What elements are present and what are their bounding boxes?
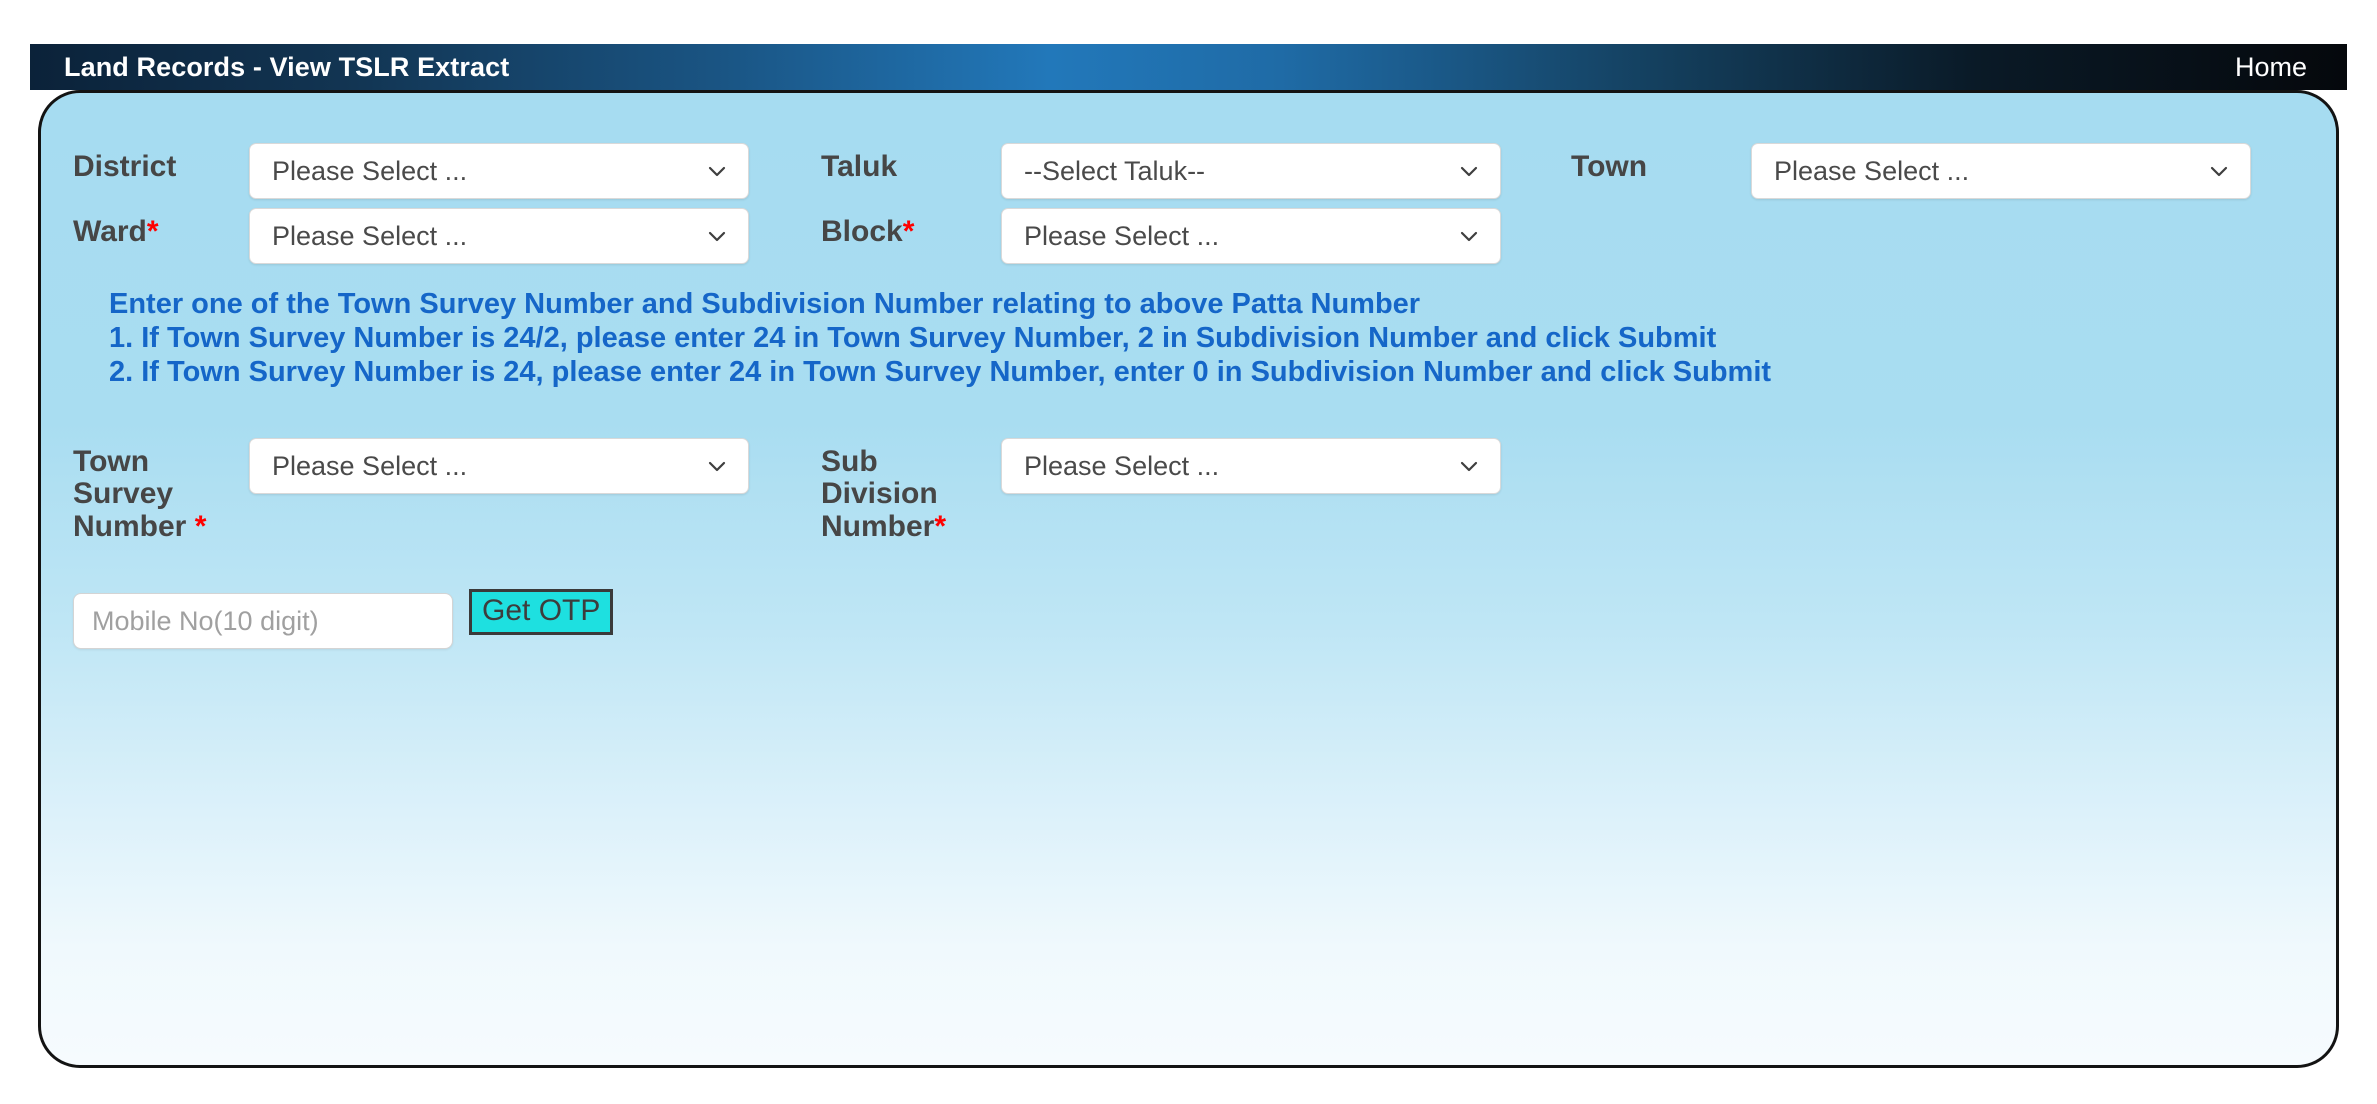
form-card-body: District Please Select ... Taluk --Selec…: [41, 93, 2336, 1065]
page-title: Land Records - View TSLR Extract: [64, 51, 510, 82]
ward-label-wrap: Ward*: [73, 208, 253, 248]
form-card: District Please Select ... Taluk --Selec…: [38, 90, 2339, 1068]
taluk-label-wrap: Taluk: [821, 143, 1001, 183]
sub-division-number-select-wrap: Please Select ...: [1001, 438, 1501, 494]
town-survey-number-select-wrap: Please Select ...: [249, 438, 749, 494]
sub-division-number-label-wrap: Sub Division Number*: [821, 438, 1001, 543]
mobile-number-input[interactable]: [73, 593, 453, 649]
town-select-wrap: Please Select ...: [1751, 143, 2251, 199]
sub-division-number-label-text: Sub Division Number: [821, 445, 938, 543]
district-label-wrap: District: [73, 143, 253, 183]
block-select-wrap: Please Select ...: [1001, 208, 1501, 264]
block-required-star: *: [902, 215, 915, 248]
taluk-label: Taluk: [821, 150, 898, 183]
district-label: District: [73, 150, 177, 183]
town-label: Town: [1571, 150, 1648, 183]
home-link[interactable]: Home: [2235, 52, 2307, 83]
ward-required-star: *: [146, 215, 159, 248]
instruction-line-2: 2. If Town Survey Number is 24, please e…: [109, 355, 1772, 388]
ward-select-wrap: Please Select ...: [249, 208, 749, 264]
block-label-text: Block: [821, 215, 903, 248]
block-label-wrap: Block*: [821, 208, 1001, 248]
instruction-line-1: 1. If Town Survey Number is 24/2, please…: [109, 321, 1717, 354]
district-select-wrap: Please Select ...: [249, 143, 749, 199]
ward-select[interactable]: Please Select ...: [249, 208, 749, 264]
sub-division-number-required-star: *: [934, 509, 947, 543]
sub-division-number-select[interactable]: Please Select ...: [1001, 438, 1501, 494]
app-header: Land Records - View TSLR Extract Home: [30, 44, 2347, 90]
block-label: Block*: [821, 208, 1001, 248]
taluk-select[interactable]: --Select Taluk--: [1001, 143, 1501, 199]
town-select[interactable]: Please Select ...: [1751, 143, 2251, 199]
ward-label-text: Ward: [73, 215, 147, 248]
sub-division-number-label: Sub Division Number*: [821, 438, 981, 543]
block-select[interactable]: Please Select ...: [1001, 208, 1501, 264]
town-survey-number-select[interactable]: Please Select ...: [249, 438, 749, 494]
town-survey-number-label-text: Town Survey Number: [73, 445, 187, 543]
town-label-wrap: Town: [1571, 143, 1751, 183]
instruction-line-0: Enter one of the Town Survey Number and …: [109, 288, 1421, 320]
district-select[interactable]: Please Select ...: [249, 143, 749, 199]
taluk-select-wrap: --Select Taluk--: [1001, 143, 1501, 199]
town-survey-number-required-star: *: [194, 509, 207, 543]
get-otp-button[interactable]: Get OTP: [469, 589, 614, 635]
instructions-block: Enter one of the Town Survey Number and …: [109, 288, 2309, 391]
ward-label: Ward*: [73, 208, 253, 248]
page-root: Land Records - View TSLR Extract Home Di…: [0, 0, 2377, 1104]
town-survey-number-label: Town Survey Number *: [73, 438, 223, 543]
town-survey-number-label-wrap: Town Survey Number *: [73, 438, 253, 543]
